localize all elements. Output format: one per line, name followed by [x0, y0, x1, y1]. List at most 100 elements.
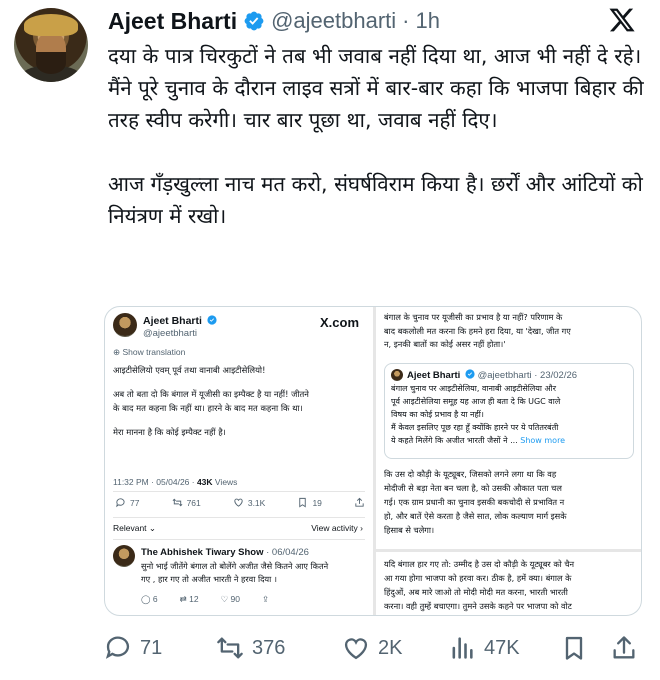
like-icon — [234, 498, 243, 507]
screenshot-line: आइटीसेलियो एवम् पूर्व तथा वानाबी आइटीसेल… — [113, 365, 266, 375]
like-button[interactable]: 2K — [342, 634, 402, 662]
right-line: कि उस दो कौड़ी के यूट्यूबर, जिसको लगने ल… — [384, 469, 557, 479]
screenshot-meta-time: 11:32 PM · 05/04/26 · — [113, 477, 197, 487]
quote-body: बंगाल चुनाव पर आइटीसेलिया, वानाबी आइटीसे… — [391, 382, 631, 447]
show-translation-text: Show translation — [122, 347, 186, 357]
separator-dot: · — [402, 8, 410, 33]
divider — [113, 539, 365, 540]
verified-badge-icon — [244, 11, 264, 31]
right-bottom-text: यदि बंगाल हार गए तो: उम्मीद है उस दो कौड… — [384, 557, 639, 613]
screenshot-replies-count: 77 — [130, 497, 140, 508]
right-line: न, इनकी बातों का कोई असर नहीं होता।' — [384, 339, 506, 349]
right-line: गई। एक ग्राम प्रधानी का चुनाव इसकी बकचोद… — [384, 497, 565, 507]
screenshot-body: आइटीसेलियो एवम् पूर्व तथा वानाबी आइटीसेल… — [113, 363, 371, 439]
right-top-text: बंगाल के चुनाव पर यूजीसी का प्रभाव है या… — [384, 311, 639, 352]
screenshot-line: के बाद मत कहना कि नहीं था। हारने के बाद … — [113, 403, 303, 413]
reply-button[interactable]: 71 — [104, 634, 162, 662]
quote-line-last: ये कहते मिलेंगे कि अजीत भारती जैसों ने .… — [391, 434, 631, 447]
reply-share: ⇪ — [262, 594, 270, 604]
author-name[interactable]: Ajeet Bharti — [108, 8, 237, 35]
screenshot-bookmarks: 19 — [297, 497, 322, 508]
right-line: बंगाल के चुनाव पर यूजीसी का प्रभाव है या… — [384, 312, 563, 322]
reply-replies: ◯ 6 — [141, 594, 158, 604]
x-logo-icon[interactable] — [608, 6, 636, 34]
reply-line: गए , हार गए तो अजीत भारती ने हरवा दिया । — [141, 574, 277, 584]
tweet-time[interactable]: 1h — [416, 8, 440, 34]
screenshot-meta-views: 43K — [196, 477, 213, 487]
show-translation-link: ⊕ Show translation — [113, 347, 186, 357]
reply-date: · 06/04/26 — [266, 547, 309, 558]
screenshot-author-handle: @ajeetbharti — [143, 328, 198, 339]
screenshot-share — [354, 497, 365, 508]
reply-avatar — [113, 545, 135, 567]
screenshot-reposts: 761 — [172, 497, 201, 508]
repost-count: 376 — [252, 636, 286, 659]
share-icon — [355, 497, 364, 507]
right-line: मोदीजी से बड़ा नेता बन चला है, को उसकी औ… — [384, 483, 562, 493]
reply-count: 71 — [140, 636, 163, 659]
divider — [113, 491, 365, 492]
reply-reposts-count: 12 — [189, 594, 199, 604]
right-line: बाद बकलोली मत करना कि हमने हरा दिया, या … — [384, 325, 571, 336]
relevant-sort-text: Relevant — [113, 523, 147, 533]
tweet-paragraph: दया के पात्र चिरकुटों ने तब भी जवाब नहीं… — [108, 44, 644, 132]
bookmark-icon — [299, 497, 307, 508]
reply-reposts: ⇄ 12 — [179, 594, 199, 604]
screenshot-line: अब तो बता दो कि बंगाल में यूजीसी का इम्प… — [113, 389, 309, 399]
right-line: करना। वही तुम्हें बचाएगा। तुमने उसके कहन… — [384, 601, 572, 611]
quote-line: ये कहते मिलेंगे कि अजीत भारती जैसों ने .… — [391, 436, 518, 445]
repost-icon — [172, 498, 182, 507]
screenshot-gap — [113, 377, 371, 387]
quote-line: विषय का कोई प्रभाव है या नहीं। — [391, 410, 484, 419]
share-icon — [613, 636, 635, 659]
right-line: हो, और बातें ऐसे करता है जैसे सात, लोक क… — [384, 511, 567, 521]
reply-actions: ◯ 6 ⇄ 12 ♡ 90 ⇪ — [141, 594, 269, 605]
screenshot-author-name-text: Ajeet Bharti — [143, 315, 202, 327]
reply-likes: ♡ 90 — [220, 594, 241, 604]
quoted-tweet: Ajeet Bharti @ajeetbharti · 23/02/26 बंग… — [384, 363, 634, 459]
screenshot-meta: 11:32 PM · 05/04/26 · 43K Views — [113, 477, 237, 487]
quote-author: Ajeet Bharti @ajeetbharti · 23/02/26 — [407, 369, 577, 381]
reply-author: The Abhishek Tiwary Show · 06/04/26 — [141, 547, 309, 558]
right-line: यदि बंगाल हार गए तो: उम्मीद है उस दो कौड… — [384, 559, 575, 569]
like-count: 2K — [378, 636, 403, 659]
view-activity-text: View activity — [311, 523, 358, 533]
relevant-sort: Relevant ⌄ — [113, 523, 157, 533]
reply-replies-count: 6 — [152, 594, 158, 604]
reply-icon — [105, 636, 129, 659]
views-button[interactable]: 47K — [448, 634, 520, 662]
right-line: आ गया होगा भाजपा को हरवा कर। ठीक है, हमे… — [384, 573, 572, 583]
repost-button[interactable]: 376 — [216, 634, 285, 662]
author-handle[interactable]: @ajeetbharti — [271, 8, 396, 34]
share-button[interactable] — [610, 634, 638, 662]
tweet-text: दया के पात्र चिरकुटों ने तब भी जवाब नहीं… — [108, 40, 646, 264]
quote-author-name: Ajeet Bharti — [407, 370, 461, 381]
quote-avatar — [391, 369, 403, 381]
screenshot-gap — [113, 415, 371, 425]
screenshot-meta-views-label: Views — [212, 477, 238, 487]
screenshot-bookmarks-count: 19 — [312, 497, 322, 508]
verified-badge-icon — [207, 315, 217, 325]
repost-icon — [217, 637, 243, 659]
views-icon — [452, 637, 473, 659]
tweet-actions: 71 376 2K 47K — [104, 628, 644, 668]
divider — [376, 549, 641, 552]
verified-badge-icon — [465, 369, 475, 379]
tweet-paragraph: आज गँड़खुल्ला नाच मत करो, संघर्षविराम कि… — [108, 172, 643, 228]
author-avatar[interactable] — [14, 8, 88, 82]
reply-icon — [116, 498, 125, 508]
like-icon — [344, 638, 368, 660]
screenshot-avatar — [113, 313, 137, 337]
attached-image[interactable]: Ajeet Bharti @ajeetbharti X.com ⊕ Show t… — [104, 306, 642, 616]
reply-likes-count: 90 — [230, 594, 241, 604]
reply-author-name: The Abhishek Tiwary Show — [141, 547, 264, 558]
bookmark-button[interactable] — [560, 634, 588, 662]
screenshot-author-name: Ajeet Bharti — [143, 315, 217, 327]
right-mid-text: कि उस दो कौड़ी के यूट्यूबर, जिसको लगने ल… — [384, 467, 639, 537]
screenshot-likes-count: 3.1K — [247, 497, 266, 508]
quote-line: पूर्व आइटीसेलिया समूह यह आज ही बता दे कि… — [391, 397, 561, 406]
screenshot-likes: 3.1K — [233, 497, 266, 508]
right-line: हिसाब से चलेगा। — [384, 525, 435, 535]
reply-body: सुनो भाई जीतेंगे बंगाल तो बोलेंगे अजीत ज… — [141, 560, 371, 586]
screenshot-right-panel: बंगाल के चुनाव पर यूजीसी का प्रभाव है या… — [376, 307, 641, 615]
